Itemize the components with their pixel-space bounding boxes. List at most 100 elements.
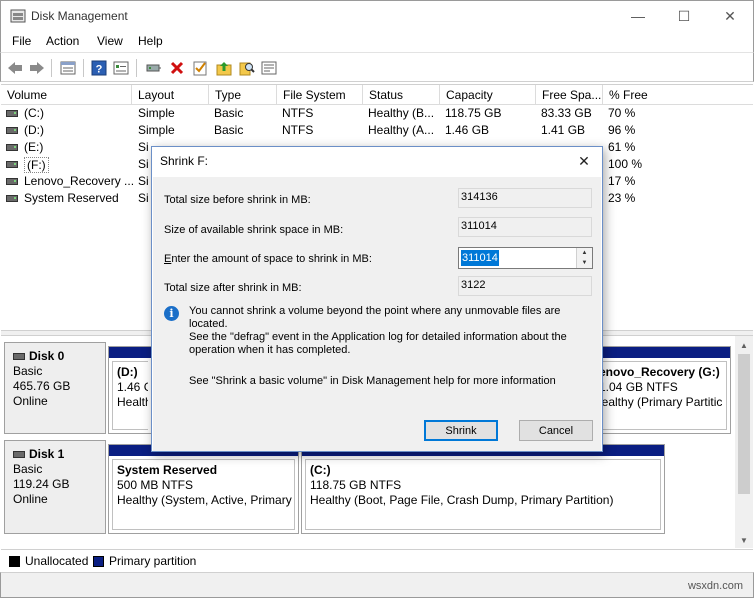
spin-up-icon[interactable]: ▲ bbox=[577, 248, 592, 258]
percent-cell: 100 % bbox=[608, 157, 643, 171]
cancel-button-label: Cancel bbox=[538, 424, 574, 437]
partition-name: (D:) bbox=[117, 365, 138, 379]
menu-file[interactable]: File bbox=[12, 34, 31, 48]
disk-icon bbox=[13, 353, 25, 360]
maximize-button[interactable]: ☐ bbox=[661, 1, 707, 31]
partition-size: 1.46 GB bbox=[117, 380, 148, 394]
help-text: See "Shrink a basic volume" in Disk Mana… bbox=[189, 375, 556, 387]
type-cell: Basic bbox=[214, 106, 244, 120]
minimize-button[interactable]: — bbox=[615, 1, 661, 31]
console-icon[interactable] bbox=[260, 59, 278, 77]
volume-cell: (C:) bbox=[24, 106, 44, 120]
column-header-percent-free[interactable]: % Free bbox=[603, 85, 753, 105]
fs-cell: NTFS bbox=[282, 106, 314, 120]
back-arrow-icon[interactable] bbox=[6, 59, 24, 77]
total-before-value: 314136 bbox=[458, 188, 592, 208]
disk-1-label[interactable]: Disk 1 Basic 119.24 GB Online bbox=[4, 440, 106, 534]
menu-view[interactable]: View bbox=[97, 34, 123, 48]
drive-icon bbox=[6, 144, 18, 151]
percent-cell: 96 % bbox=[608, 123, 636, 137]
toolbar: ? bbox=[0, 52, 754, 82]
forward-arrow-icon[interactable] bbox=[28, 59, 46, 77]
free-cell: 83.33 GB bbox=[541, 106, 592, 120]
capacity-cell: 1.46 GB bbox=[445, 123, 490, 137]
disk-state: Online bbox=[13, 492, 48, 506]
available-label: Size of available shrink space in MB: bbox=[164, 224, 344, 236]
total-before-label: Total size before shrink in MB: bbox=[164, 194, 311, 206]
dialog-title: Shrink F: bbox=[160, 154, 209, 168]
svg-text:?: ? bbox=[96, 64, 103, 76]
checklist-icon[interactable] bbox=[191, 59, 209, 77]
connect-icon[interactable] bbox=[144, 59, 162, 77]
close-button[interactable]: ✕ bbox=[707, 1, 753, 31]
partition-g[interactable]: enovo_Recovery (G:) 1.04 GB NTFS lealthy… bbox=[591, 346, 731, 434]
delete-icon[interactable] bbox=[168, 59, 186, 77]
disk-management-icon bbox=[10, 9, 26, 23]
vertical-scrollbar[interactable]: ▲ ▼ bbox=[735, 336, 753, 548]
layout-cell: Simple bbox=[138, 106, 175, 120]
partition-name: System Reserved bbox=[117, 463, 218, 477]
type-cell: Basic bbox=[214, 123, 244, 137]
layout-cell: Simple bbox=[138, 123, 175, 137]
partition-status: lealthy (Primary Partitic bbox=[599, 395, 723, 409]
primary-partition-swatch bbox=[93, 556, 104, 567]
partition-size: 500 MB NTFS bbox=[117, 478, 194, 492]
column-header-status[interactable]: Status bbox=[363, 85, 440, 105]
help-icon[interactable]: ? bbox=[90, 59, 108, 77]
partition-d[interactable]: (D:) 1.46 GB Healthy bbox=[108, 346, 152, 434]
dialog-body: Total size before shrink in MB: 314136 S… bbox=[153, 177, 601, 451]
column-header-capacity[interactable]: Capacity bbox=[440, 85, 536, 105]
search-icon[interactable] bbox=[238, 59, 256, 77]
scroll-down-icon[interactable]: ▼ bbox=[735, 532, 753, 548]
column-header-volume[interactable]: Volume bbox=[1, 85, 132, 105]
window-title: Disk Management bbox=[31, 9, 128, 23]
spin-down-icon[interactable]: ▼ bbox=[577, 258, 592, 268]
partition-size: 1.04 GB NTFS bbox=[599, 380, 678, 394]
folder-up-icon[interactable] bbox=[215, 59, 233, 77]
shrink-amount-stepper[interactable]: 311014 ▲ ▼ bbox=[458, 247, 593, 269]
scroll-up-icon[interactable]: ▲ bbox=[735, 337, 753, 353]
percent-cell: 23 % bbox=[608, 191, 636, 205]
enter-amount-label: Enter the amount of space to shrink in M… bbox=[164, 253, 372, 265]
scroll-thumb[interactable] bbox=[738, 354, 750, 494]
drive-icon bbox=[6, 161, 18, 168]
drive-icon bbox=[6, 178, 18, 185]
title-bar: Disk Management — ☐ ✕ bbox=[0, 0, 754, 30]
status-bar: wsxdn.com bbox=[0, 572, 754, 598]
menu-help[interactable]: Help bbox=[138, 34, 163, 48]
cancel-button[interactable]: Cancel bbox=[519, 420, 593, 441]
volume-cell: (D:) bbox=[24, 123, 44, 137]
partition-name: (C:) bbox=[310, 463, 331, 477]
menu-action[interactable]: Action bbox=[46, 34, 79, 48]
list-view-icon[interactable] bbox=[59, 59, 77, 77]
shrink-button[interactable]: Shrink bbox=[424, 420, 498, 441]
disk-state: Online bbox=[13, 394, 48, 408]
menu-bar: File Action View Help bbox=[0, 30, 754, 52]
enter-amount-label-rest: nter the amount of space to shrink in MB… bbox=[171, 253, 372, 265]
dialog-close-button[interactable]: ✕ bbox=[570, 150, 598, 172]
partition-status: Healthy bbox=[117, 395, 148, 409]
capacity-cell: 118.75 GB bbox=[445, 106, 502, 120]
legend-unallocated: Unallocated bbox=[25, 554, 89, 568]
disk-0-label[interactable]: Disk 0 Basic 465.76 GB Online bbox=[4, 342, 106, 434]
layout-cell: Si bbox=[138, 157, 149, 171]
partition-system-reserved[interactable]: System Reserved 500 MB NTFS Healthy (Sys… bbox=[108, 444, 299, 534]
column-header-type[interactable]: Type bbox=[209, 85, 277, 105]
column-header-file-system[interactable]: File System bbox=[277, 85, 363, 105]
layout-cell: Si bbox=[138, 191, 149, 205]
percent-cell: 17 % bbox=[608, 174, 636, 188]
column-header-free-space[interactable]: Free Spa... bbox=[536, 85, 603, 105]
volume-cell: Lenovo_Recovery ... bbox=[24, 174, 135, 188]
disk-kind: Basic bbox=[13, 364, 43, 378]
watermark: wsxdn.com bbox=[687, 580, 743, 592]
partition-size: 118.75 GB NTFS bbox=[310, 478, 402, 492]
total-after-value: 3122 bbox=[458, 276, 592, 296]
column-header-layout[interactable]: Layout bbox=[132, 85, 209, 105]
disk-icon bbox=[13, 451, 25, 458]
disk-kind: Basic bbox=[13, 462, 43, 476]
percent-cell: 61 % bbox=[608, 140, 636, 154]
properties-icon[interactable] bbox=[112, 59, 130, 77]
partition-c[interactable]: (C:) 118.75 GB NTFS Healthy (Boot, Page … bbox=[301, 444, 665, 534]
layout-cell: Si bbox=[138, 174, 149, 188]
shrink-amount-input[interactable]: 311014 bbox=[461, 250, 499, 266]
